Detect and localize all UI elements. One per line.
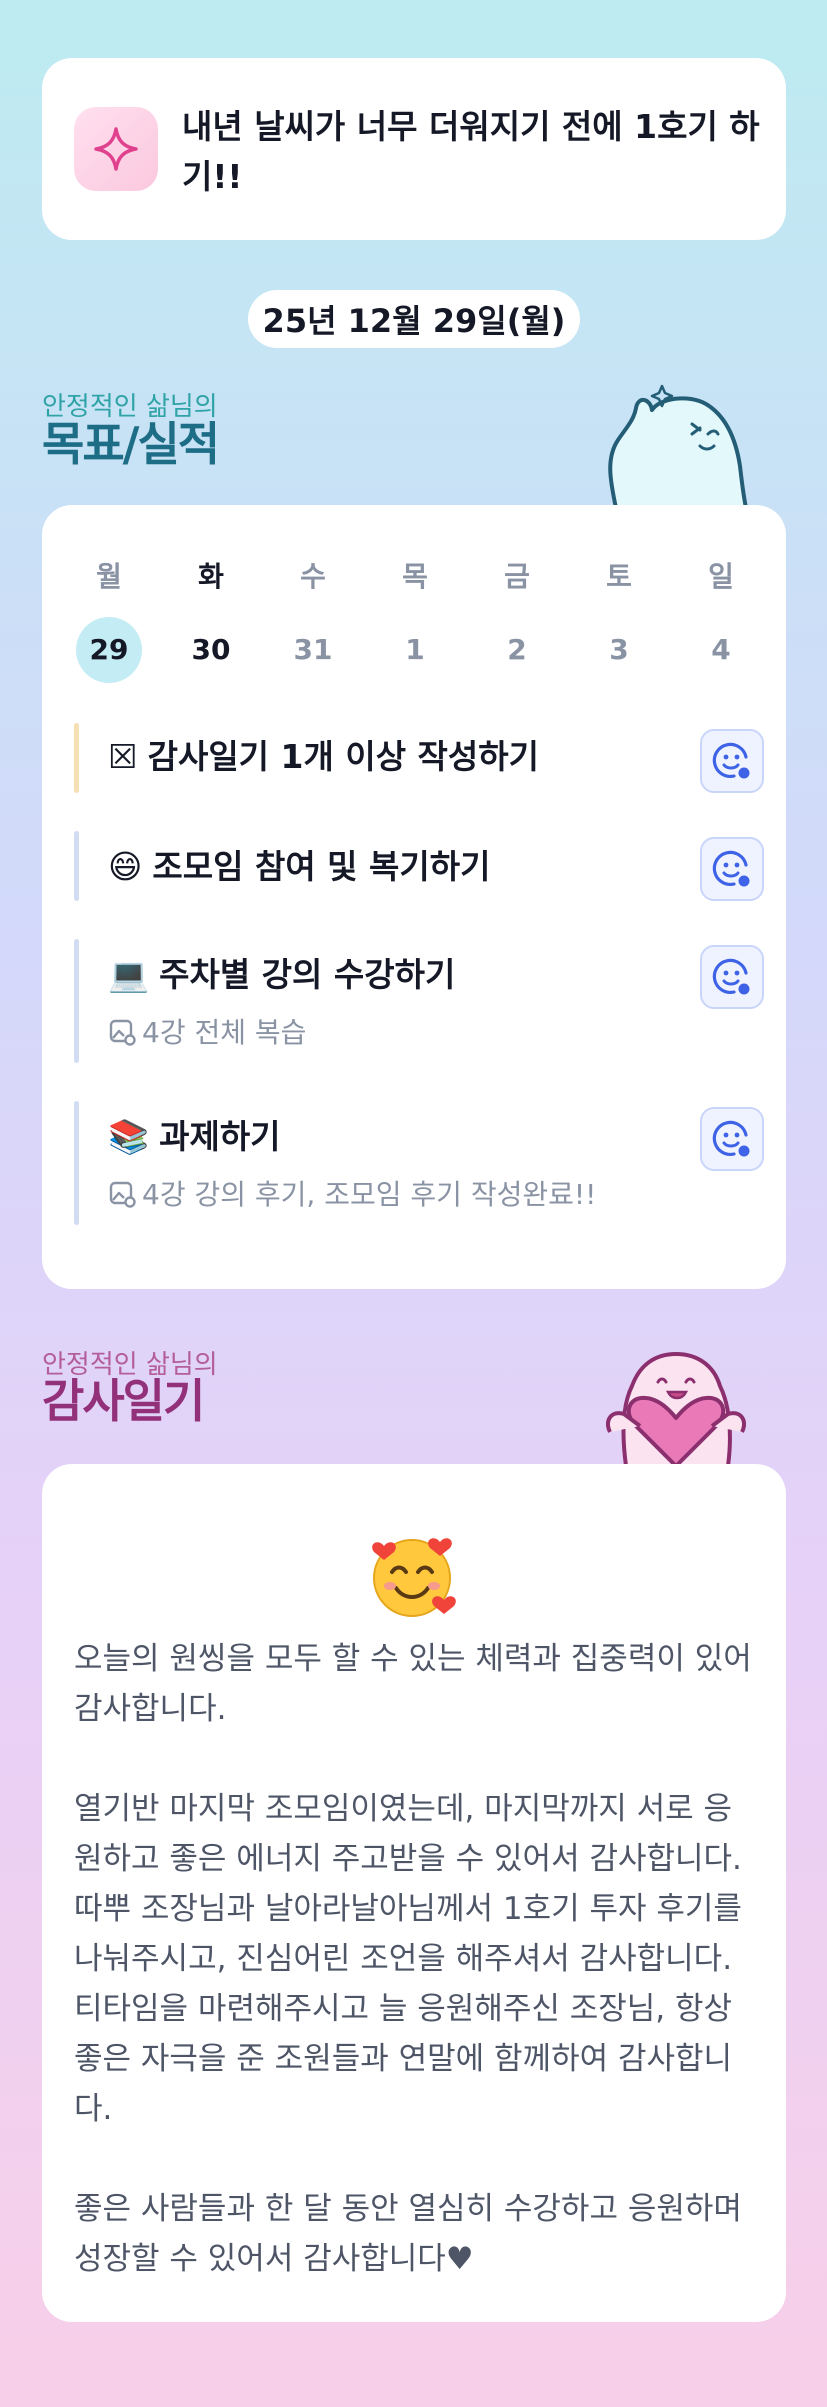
day-number: 2 bbox=[507, 633, 527, 666]
task-item[interactable]: ☒ 감사일기 1개 이상 작성하기 bbox=[74, 723, 764, 793]
date-label: 25년 12월 29일(월) bbox=[248, 290, 580, 348]
day-sat[interactable]: 토 3 bbox=[584, 557, 654, 683]
day-number: 4 bbox=[711, 633, 731, 666]
smile-add-icon bbox=[712, 1120, 750, 1157]
goals-section-title: 목표/실적 bbox=[42, 417, 220, 471]
task-note: 4강 강의 후기, 조모임 후기 작성완료!! bbox=[108, 1177, 596, 1213]
day-fri[interactable]: 금 2 bbox=[482, 557, 552, 683]
cyan-ghost-mascot bbox=[608, 384, 748, 508]
day-number: 1 bbox=[405, 633, 425, 666]
task-item[interactable]: 😄 조모임 참여 및 복기하기 bbox=[74, 831, 764, 901]
day-thu[interactable]: 목 1 bbox=[380, 557, 450, 683]
day-name: 토 bbox=[606, 560, 632, 593]
task-accent-bar bbox=[74, 831, 79, 901]
day-name: 수 bbox=[300, 560, 326, 593]
day-name: 월 bbox=[96, 560, 122, 593]
smiling-face-with-hearts-icon bbox=[372, 1538, 456, 1617]
task-item[interactable]: 💻 주차별 강의 수강하기 4강 전체 복습 bbox=[74, 939, 764, 1063]
reaction-button[interactable] bbox=[700, 1107, 764, 1171]
day-tue[interactable]: 화 30 bbox=[176, 557, 246, 683]
task-accent-bar bbox=[74, 723, 79, 793]
day-name: 목 bbox=[402, 560, 428, 593]
note-image-icon bbox=[109, 1019, 136, 1046]
weekly-goals-card: 월 29 화 30 수 31 목 1 금 2 토 3 일 4 ☒ 감사일기 1개 … bbox=[42, 505, 786, 1289]
task-accent-bar bbox=[74, 939, 79, 1063]
smile-add-icon bbox=[712, 958, 750, 995]
day-number: 30 bbox=[191, 633, 231, 666]
day-mon[interactable]: 월 29 bbox=[74, 557, 144, 683]
diary-text: 오늘의 원씽을 모두 할 수 있는 체력과 집중력이 있어 감사합니다. 열기반… bbox=[74, 1641, 752, 2277]
task-title: ☒ 감사일기 1개 이상 작성하기 bbox=[108, 735, 539, 779]
day-wed[interactable]: 수 31 bbox=[278, 557, 348, 683]
reaction-button[interactable] bbox=[700, 945, 764, 1009]
task-item[interactable]: 📚 과제하기 4강 강의 후기, 조모임 후기 작성완료!! bbox=[74, 1101, 764, 1225]
laptop-icon: 💻 bbox=[108, 955, 150, 994]
note-image-icon bbox=[109, 1181, 136, 1208]
gratitude-diary-card: 오늘의 원씽을 모두 할 수 있는 체력과 집중력이 있어 감사합니다. 열기반… bbox=[42, 1464, 786, 2322]
day-name: 일 bbox=[708, 560, 734, 593]
smile-add-icon bbox=[712, 850, 750, 887]
task-title: 💻 주차별 강의 수강하기 bbox=[108, 953, 455, 997]
checkbox-x-icon: ☒ bbox=[108, 737, 138, 776]
task-title: 📚 과제하기 bbox=[108, 1115, 281, 1159]
day-name: 금 bbox=[504, 560, 530, 593]
reaction-button[interactable] bbox=[700, 837, 764, 901]
day-sun[interactable]: 일 4 bbox=[686, 557, 756, 683]
goal-text: 내년 날씨가 너무 더워지기 전에 1호기 하기!! bbox=[182, 107, 760, 196]
sparkle-icon bbox=[74, 107, 158, 191]
day-number: 31 bbox=[293, 633, 333, 666]
task-note: 4강 전체 복습 bbox=[108, 1015, 306, 1051]
diary-section-title: 감사일기 bbox=[42, 1374, 205, 1428]
day-number: 29 bbox=[76, 617, 142, 683]
day-name: 화 bbox=[198, 560, 224, 593]
goal-card: 내년 날씨가 너무 더워지기 전에 1호기 하기!! bbox=[42, 58, 786, 240]
task-title: 😄 조모임 참여 및 복기하기 bbox=[108, 845, 490, 889]
day-number: 3 bbox=[609, 633, 629, 666]
smile-add-icon bbox=[712, 742, 750, 779]
grinning-face-icon: 😄 bbox=[108, 847, 143, 886]
pink-ghost-heart-mascot bbox=[605, 1352, 747, 1466]
task-accent-bar bbox=[74, 1101, 79, 1225]
books-icon: 📚 bbox=[108, 1117, 150, 1156]
reaction-button[interactable] bbox=[700, 729, 764, 793]
